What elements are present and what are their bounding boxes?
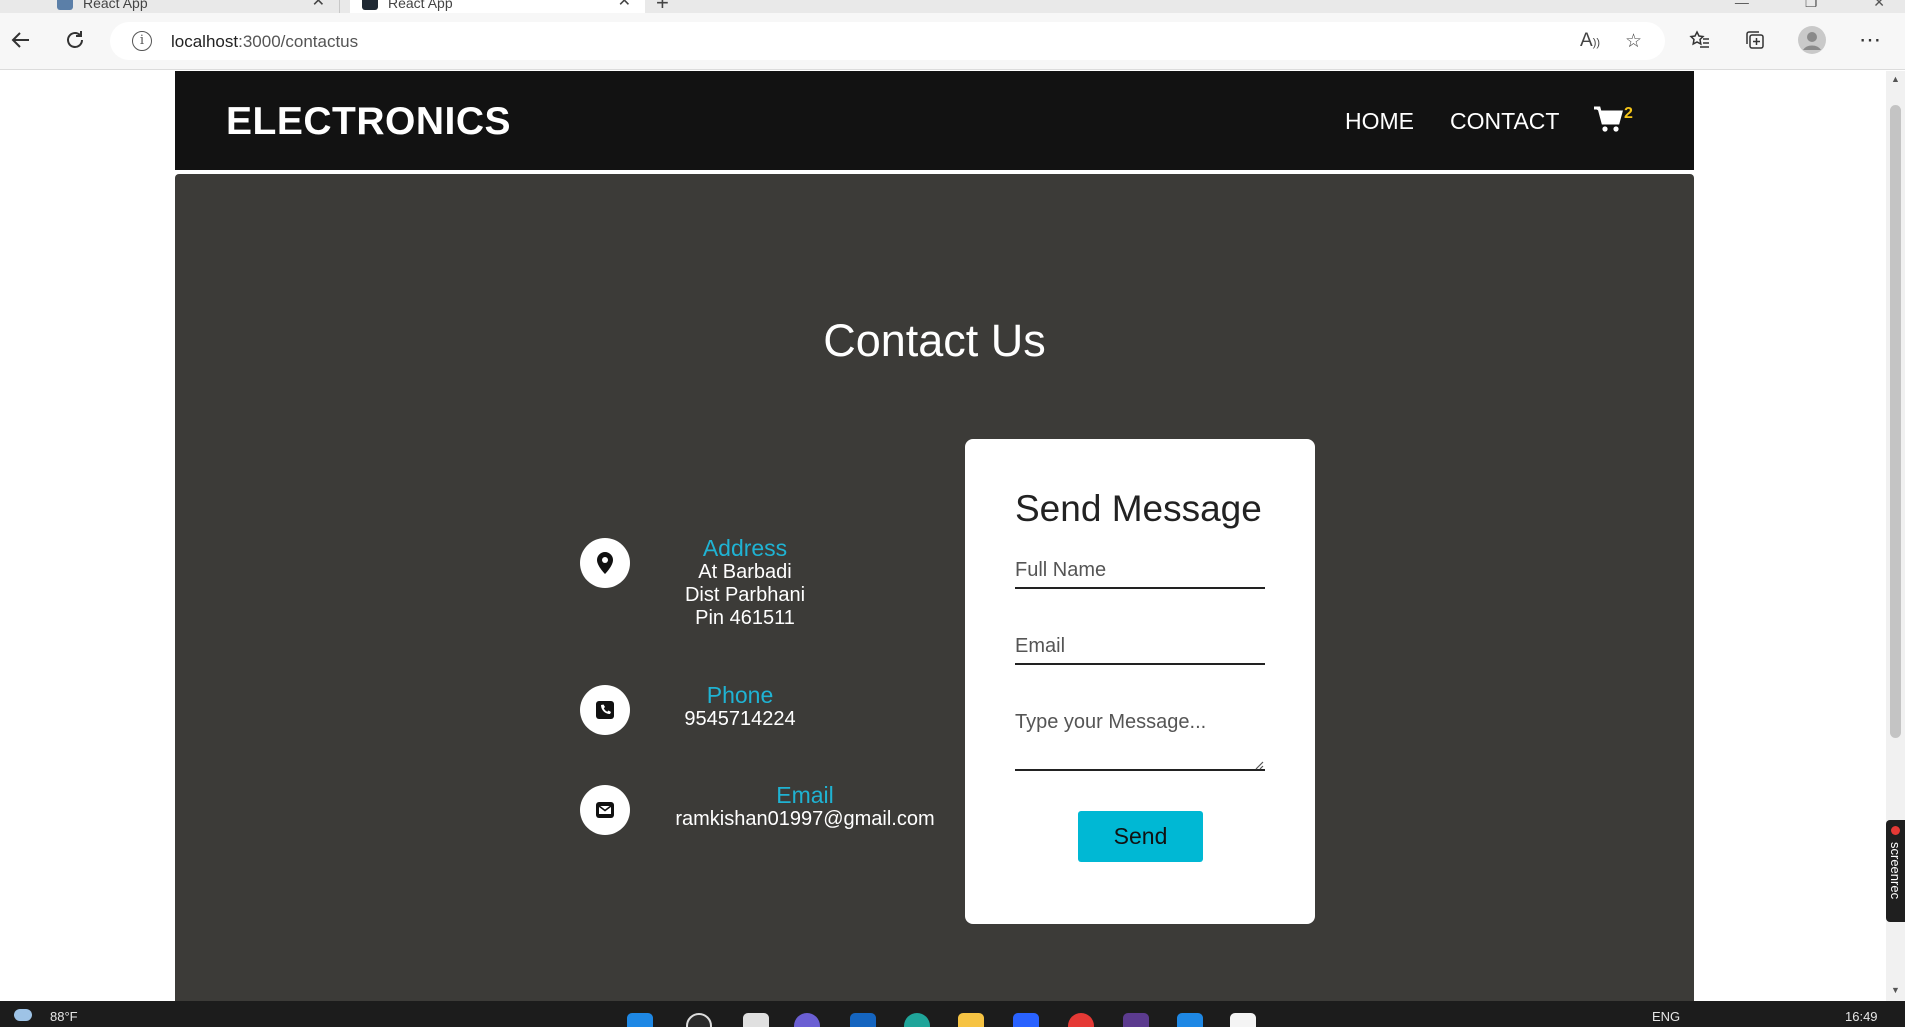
record-dot-icon xyxy=(1891,826,1900,835)
browser-toolbar: i localhost:3000/contactus A)) ☆ ⋯ xyxy=(0,13,1905,70)
message-textarea[interactable] xyxy=(1015,701,1265,771)
address-line: At Barbadi xyxy=(698,561,792,583)
browser-tab[interactable]: React App ✕ xyxy=(45,0,340,13)
more-options-icon[interactable]: ⋯ xyxy=(1855,25,1885,55)
search-icon[interactable] xyxy=(686,1013,712,1027)
react-favicon-icon xyxy=(57,0,73,10)
full-name-input[interactable] xyxy=(1015,559,1265,589)
language-indicator[interactable]: ENG xyxy=(1652,1009,1680,1024)
close-tab-icon[interactable]: ✕ xyxy=(618,0,631,10)
vscode-icon[interactable] xyxy=(1177,1013,1203,1027)
scroll-up-icon[interactable]: ▲ xyxy=(1891,74,1900,84)
add-favorite-icon[interactable]: ☆ xyxy=(1625,30,1642,53)
file-explorer-icon[interactable] xyxy=(958,1013,984,1027)
location-pin-icon xyxy=(580,538,630,588)
app-icon[interactable] xyxy=(1230,1013,1256,1027)
address-bar[interactable]: i localhost:3000/contactus A)) ☆ xyxy=(110,22,1665,60)
new-tab-icon[interactable]: + xyxy=(656,0,669,13)
cart-count-badge: 2 xyxy=(1624,105,1633,122)
app-icon[interactable] xyxy=(1123,1013,1149,1027)
envelope-icon xyxy=(580,785,630,835)
email-address[interactable]: ramkishan01997@gmail.com xyxy=(670,808,940,831)
phone-number[interactable]: 9545714224 xyxy=(630,708,850,731)
email-label: Email xyxy=(776,782,834,808)
contact-section: Contact Us Address At Barbadi Dist Parbh… xyxy=(175,174,1694,1001)
task-view-icon[interactable] xyxy=(743,1013,769,1027)
clock-time[interactable]: 16:49 xyxy=(1845,1009,1878,1024)
favorites-icon[interactable] xyxy=(1685,25,1715,55)
nav-home[interactable]: HOME xyxy=(1345,108,1414,135)
tab-title: React App xyxy=(388,0,453,11)
screenrec-widget[interactable]: screenrec xyxy=(1886,820,1905,922)
address-block: Address At Barbadi Dist Parbhani Pin 461… xyxy=(645,536,845,630)
browser-tab-strip: React App ✕ React App ✕ + — ❐ ✕ xyxy=(0,0,1905,13)
windows-taskbar: 88°F ENG 16:49 xyxy=(0,1001,1905,1027)
screenrec-label: screenrec xyxy=(1888,842,1903,900)
close-tab-icon[interactable]: ✕ xyxy=(312,0,325,10)
resize-grip-icon[interactable] xyxy=(1254,760,1264,770)
store-icon[interactable] xyxy=(1013,1013,1039,1027)
scroll-down-icon[interactable]: ▼ xyxy=(1891,985,1900,995)
form-title: Send Message xyxy=(1015,488,1262,529)
page-title: Contact Us xyxy=(823,315,1046,366)
phone-icon xyxy=(580,685,630,735)
phone-label: Phone xyxy=(706,682,774,708)
send-message-card: Send Message Send xyxy=(965,439,1315,924)
weather-icon xyxy=(14,1009,32,1021)
nav-contact[interactable]: CONTACT xyxy=(1450,108,1559,135)
window-controls: — ❐ ✕ xyxy=(1683,0,1885,11)
tab-title: React App xyxy=(83,0,148,11)
profile-avatar[interactable] xyxy=(1797,25,1827,55)
address-label: Address xyxy=(702,535,788,561)
close-window-icon[interactable]: ✕ xyxy=(1873,0,1885,10)
phone-block: Phone 9545714224 xyxy=(630,683,850,731)
restore-icon[interactable]: ❐ xyxy=(1805,0,1818,10)
chrome-icon[interactable] xyxy=(1068,1013,1094,1027)
address-line: Pin 461511 xyxy=(695,607,795,629)
react-favicon-icon xyxy=(362,0,378,10)
url-text[interactable]: localhost:3000/contactus xyxy=(171,32,358,52)
minimize-icon[interactable]: — xyxy=(1735,0,1749,10)
brand-logo[interactable]: ELECTRONICS xyxy=(226,100,511,144)
read-aloud-icon[interactable]: A)) xyxy=(1580,30,1600,52)
teams-icon[interactable] xyxy=(794,1013,820,1027)
scrollbar-thumb[interactable] xyxy=(1890,105,1901,738)
collections-icon[interactable] xyxy=(1740,25,1770,55)
site-info-icon[interactable]: i xyxy=(132,31,152,51)
browser-tab-active[interactable]: React App ✕ xyxy=(350,0,645,13)
widgets-icon[interactable] xyxy=(850,1013,876,1027)
weather-temp[interactable]: 88°F xyxy=(50,1009,78,1024)
web-page: ELECTRONICS HOME CONTACT 2 Contact Us Ad… xyxy=(0,71,1886,1001)
back-icon[interactable] xyxy=(6,25,36,55)
send-button[interactable]: Send xyxy=(1078,811,1203,862)
address-line: Dist Parbhani xyxy=(684,584,806,606)
email-block: Email ramkishan01997@gmail.com xyxy=(670,783,940,831)
start-icon[interactable] xyxy=(627,1013,653,1027)
email-input[interactable] xyxy=(1015,635,1265,665)
site-navbar: ELECTRONICS HOME CONTACT 2 xyxy=(175,71,1694,170)
refresh-icon[interactable] xyxy=(60,25,90,55)
edge-icon[interactable] xyxy=(904,1013,930,1027)
